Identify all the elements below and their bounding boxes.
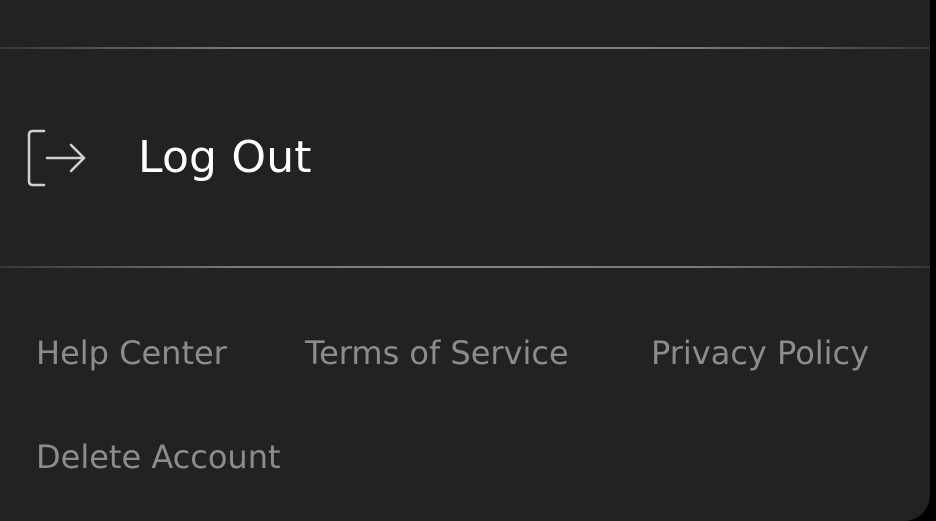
top-divider	[0, 47, 930, 49]
privacy-policy-link[interactable]: Privacy Policy	[651, 333, 869, 373]
help-center-link[interactable]: Help Center	[36, 333, 227, 373]
delete-account-link[interactable]: Delete Account	[36, 437, 281, 477]
account-menu-panel: Log Out Help Center Terms of Service Pri…	[0, 0, 930, 521]
bottom-divider	[0, 266, 930, 268]
terms-of-service-link[interactable]: Terms of Service	[305, 333, 569, 373]
logout-button[interactable]: Log Out	[0, 110, 930, 206]
logout-icon	[26, 128, 88, 188]
logout-label: Log Out	[138, 132, 312, 183]
